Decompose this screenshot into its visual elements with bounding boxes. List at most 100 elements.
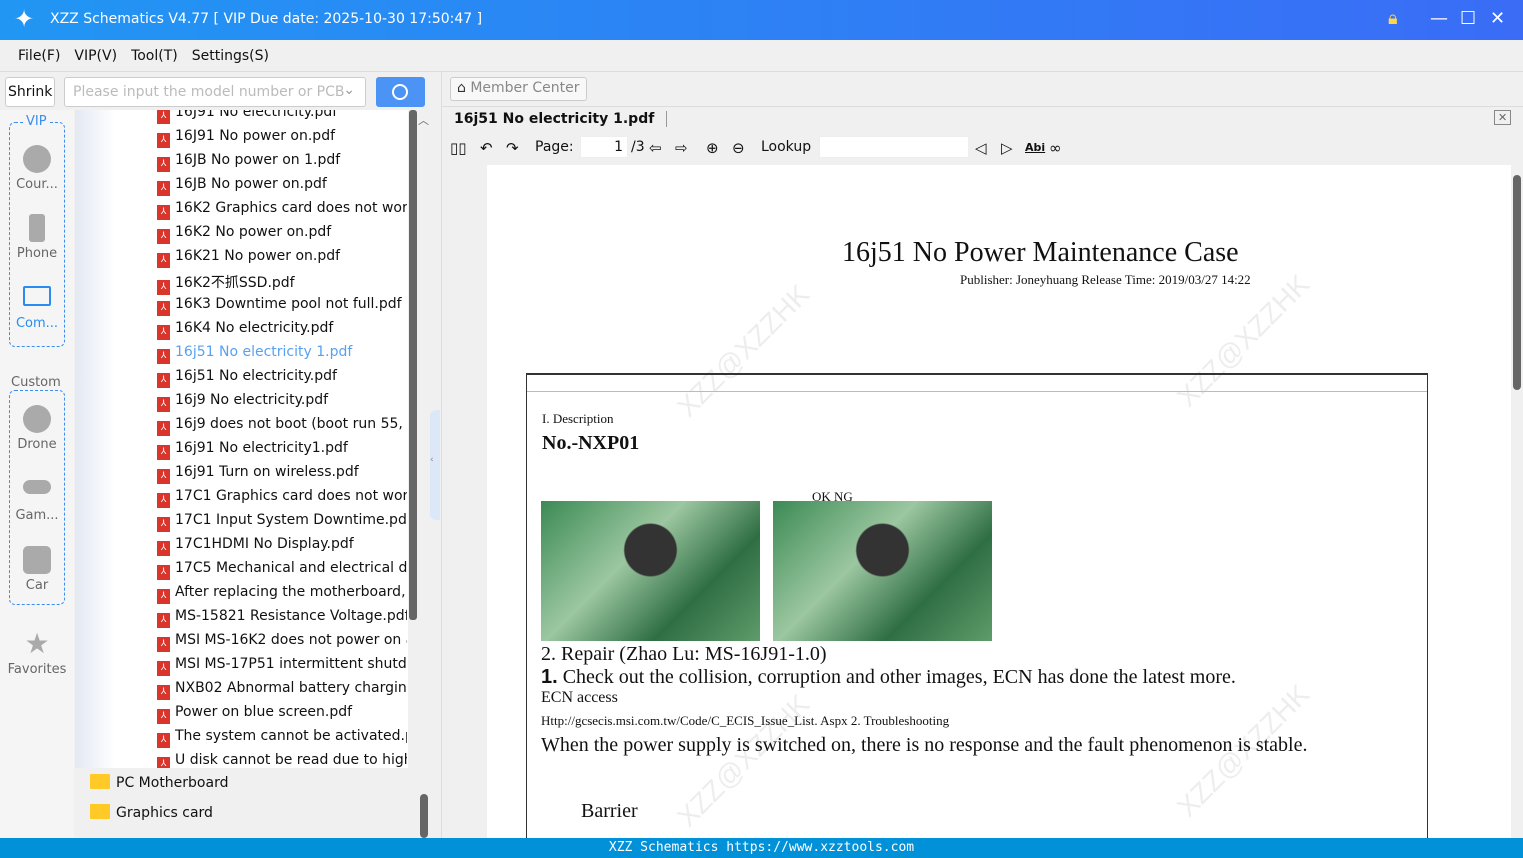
home-icon: ⌂ [457,80,466,96]
file-item[interactable]: ⅄ 16K4 No electricity.pdf [157,320,407,344]
prev-page-icon[interactable]: ⇦ [649,139,662,157]
file-name: MSI MS-17P51 intermittent shutdc [175,656,407,672]
barrier-heading: Barrier [581,800,638,822]
nav-car[interactable]: Car [0,546,74,593]
file-item[interactable]: ⅄ NXB02 Abnormal battery charging [157,680,407,704]
next-page-icon[interactable]: ⇨ [675,139,688,157]
search-button[interactable] [376,77,425,107]
tab-document[interactable]: 16j51 No electricity 1.pdf [454,111,668,127]
file-item[interactable]: ⅄ 16K3 Downtime pool not full.pdf [157,296,407,320]
folder-pc-motherboard[interactable]: PC Motherboard [90,774,228,791]
file-name: 16J91 No electricity.pdf [175,110,338,120]
pdf-file-icon: ⅄ [157,733,170,748]
file-item[interactable]: ⅄ 16j51 No electricity.pdf [157,368,407,392]
rotate-right-icon[interactable]: ↷ [506,139,519,157]
pdf-file-icon: ⅄ [157,637,170,652]
scroll-up-icon[interactable]: ︿ [418,112,429,128]
rotate-left-icon[interactable]: ↶ [480,139,493,157]
file-name: 16K21 No power on.pdf [175,248,341,264]
pdf-file-icon: ⅄ [157,325,170,340]
file-name: MS-15821 Resistance Voltage.pdf [175,608,407,624]
zoom-in-icon[interactable]: ⊕ [706,139,719,157]
file-item[interactable]: ⅄ 16j91 Turn on wireless.pdf [157,464,407,488]
two-page-icon[interactable]: ▯▯ [450,139,467,157]
file-item[interactable]: ⅄ Power on blue screen.pdf [157,704,407,728]
lookup-input[interactable] [819,136,969,158]
file-item[interactable]: ⅄ 16JB No power on.pdf [157,176,407,200]
pdf-file-icon: ⅄ [157,565,170,580]
file-list-scrollbar[interactable] [408,110,418,768]
pdf-file-icon: ⅄ [157,181,170,196]
folder-graphics-card[interactable]: Graphics card [90,804,213,821]
file-item[interactable]: ⅄ MS-15821 Resistance Voltage.pdf [157,608,407,632]
shrink-button[interactable]: Shrink [5,77,55,107]
phone-icon [29,214,45,242]
collapse-panel-handle[interactable]: ‹ [430,410,440,520]
file-name: After replacing the motherboard, t [175,584,407,600]
search-icon [392,84,408,100]
file-item[interactable]: ⅄ 16K2不抓SSD.pdf [157,272,407,296]
file-item[interactable]: ⅄ 16K2 Graphics card does not work. [157,200,407,224]
file-name: 16j9 does not boot (boot run 55, K [175,416,407,432]
member-center-button[interactable]: ⌂ Member Center [450,77,587,101]
file-item[interactable]: ⅄ 16K21 No power on.pdf [157,248,407,272]
file-item[interactable]: ⅄ 16JB No power on 1.pdf [157,152,407,176]
car-icon [23,546,51,574]
folder-scrollbar[interactable] [420,794,428,838]
close-tab-icon[interactable]: ✕ [1494,110,1512,125]
binoculars-icon[interactable]: ∞ [1049,139,1062,157]
menu-tool[interactable]: Tool(T) [131,48,178,64]
repair-step: 1. Check out the collision, corruption a… [541,666,1236,688]
file-name: 16j51 No electricity.pdf [175,368,337,384]
file-name: 17C1 Input System Downtime.pdf [175,512,407,528]
custom-label: Custom [11,375,61,390]
model-search-input[interactable]: Please input the model number or PCB ⌄ [64,77,366,107]
file-list: ⅄ 16J91 No electricity.pdf ⅄ 16J91 No power… [75,110,408,768]
page-input[interactable]: 1 [580,136,628,158]
nav-games[interactable]: Gam... [0,480,74,523]
file-item[interactable]: ⅄ 16J91 No electricity.pdf [157,110,407,128]
menu-vip[interactable]: VIP(V) [74,48,117,64]
file-item[interactable]: ⅄ 17C5 Mechanical and electrical do [157,560,407,584]
find-next-icon[interactable]: ▷ [1001,139,1013,157]
nav-computer[interactable]: Com... [0,286,74,331]
maximize-button[interactable]: ☐ [1460,8,1476,29]
file-item[interactable]: ⅄ 17C1 Graphics card does not work. [157,488,407,512]
ecn-url: Http://gcsecis.msi.com.tw/Code/C_ECIS_Is… [541,713,950,728]
section-description: I. Description [542,411,614,426]
file-item[interactable]: ⅄ 16J91 No power on.pdf [157,128,407,152]
viewer-scrollbar[interactable] [1511,165,1523,838]
file-item[interactable]: ⅄ 16j51 No electricity 1.pdf [157,344,407,368]
minimize-button[interactable]: — [1430,8,1448,29]
board-photo-ok [541,501,760,641]
pdf-file-icon: ⅄ [157,229,170,244]
file-item[interactable]: ⅄ 16K2 No power on.pdf [157,224,407,248]
pdf-page: XZZ@XZZHK XZZ@XZZHK XZZ@XZZHK XZZ@XZZHK … [487,165,1511,838]
match-case-icon[interactable]: Abi [1025,141,1045,154]
menu-settings[interactable]: Settings(S) [192,48,269,64]
menu-file[interactable]: File(F) [18,48,60,64]
nav-favorites[interactable]: ★ Favorites [0,630,74,678]
file-item[interactable]: ⅄ MSI MS-17P51 intermittent shutdc [157,656,407,680]
file-item[interactable]: ⅄ 16j91 No electricity1.pdf [157,440,407,464]
file-name: 17C1HDMI No Display.pdf [175,536,354,552]
nav-phone[interactable]: Phone [0,214,74,261]
nav-drone[interactable]: Drone [0,405,74,452]
file-item[interactable]: ⅄ 17C1 Input System Downtime.pdf [157,512,407,536]
file-item[interactable]: ⅄ 16j9 does not boot (boot run 55, K [157,416,407,440]
vip-bag-icon[interactable]: 🔒︎ [1388,8,1398,29]
file-name: 16K2 Graphics card does not work. [175,200,407,216]
find-prev-icon[interactable]: ◁ [975,139,987,157]
file-item[interactable]: ⅄ MSI MS-16K2 does not power on a [157,632,407,656]
close-button[interactable]: ✕ [1490,8,1505,29]
zoom-out-icon[interactable]: ⊖ [732,139,745,157]
file-item[interactable]: ⅄ 17C1HDMI No Display.pdf [157,536,407,560]
file-item[interactable]: ⅄ 16j9 No electricity.pdf [157,392,407,416]
file-item[interactable]: ⅄ The system cannot be activated.pd [157,728,407,752]
pdf-file-icon: ⅄ [157,469,170,484]
nav-courses[interactable]: Cour... [0,145,74,192]
page-label: Page: [535,139,574,155]
file-item[interactable]: ⅄ After replacing the motherboard, t [157,584,407,608]
file-item[interactable]: ⅄ U disk cannot be read due to high [157,752,407,768]
chevron-down-icon[interactable]: ⌄ [343,82,355,98]
